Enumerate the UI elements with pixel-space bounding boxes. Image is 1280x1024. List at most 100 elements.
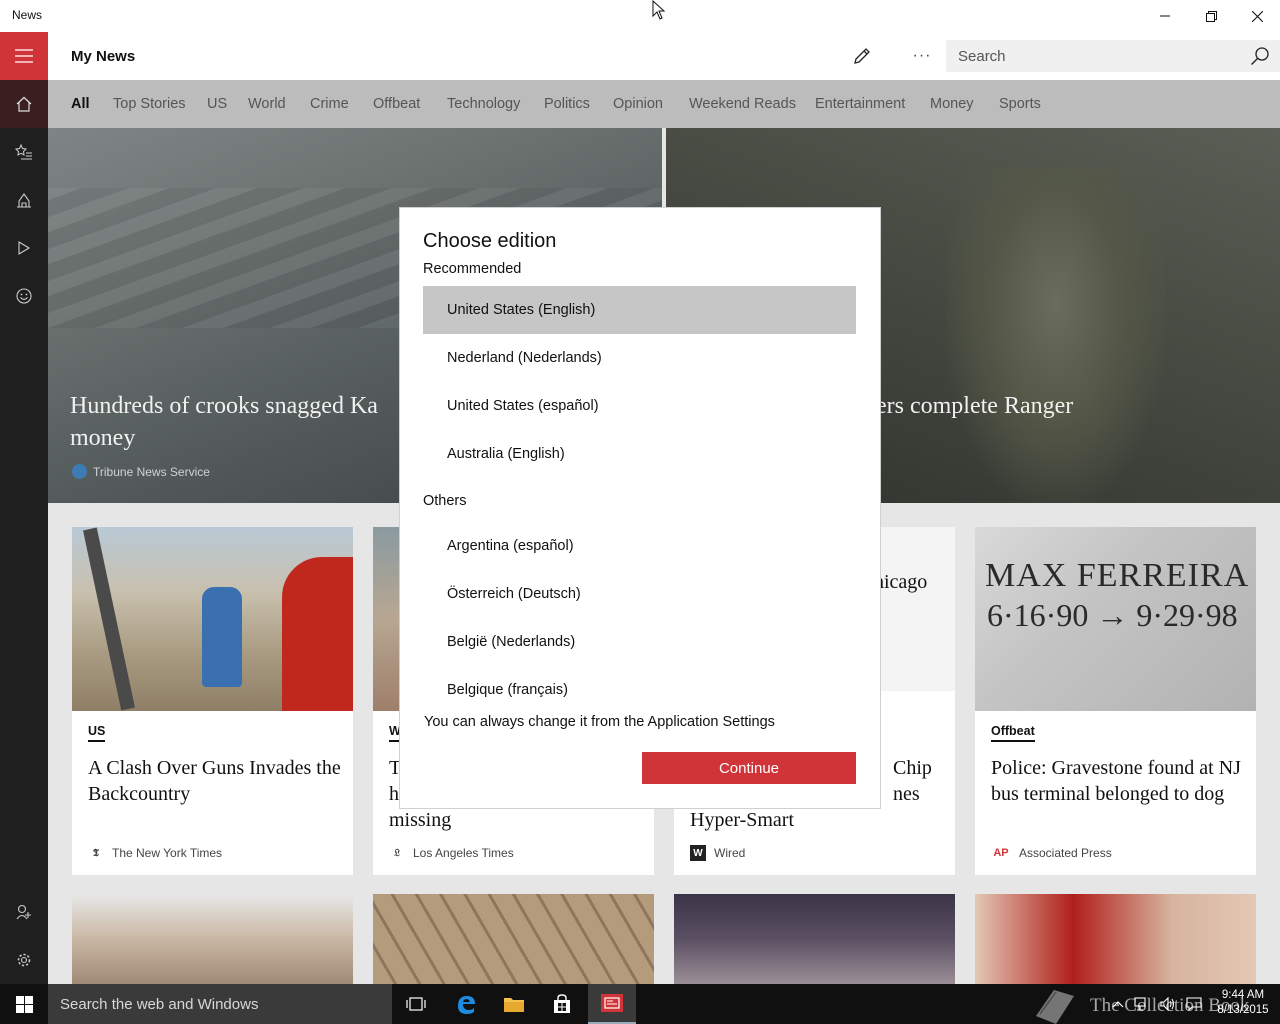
story-card[interactable]: MAX FERREIRA 6·16·90 → 9·29·98 Offbeat P… [975,527,1256,875]
edition-option-osterreich[interactable]: Österreich (Deutsch) [423,570,856,618]
tab-opinion[interactable]: Opinion [613,96,663,112]
others-heading: Others [423,493,467,509]
smiley-icon [16,288,32,304]
gravestone-name: MAX FERREIRA [985,557,1250,594]
continue-button[interactable]: Continue [642,752,856,784]
story-image-row2[interactable] [975,894,1256,984]
tab-us[interactable]: US [207,96,227,112]
story-headline: A Clash Over Guns Invades the Backcountr… [88,757,341,805]
rail-interests-button[interactable] [0,128,48,176]
edition-option-argentina[interactable]: Argentina (español) [423,522,856,570]
app-header: My News ··· [48,32,1280,80]
task-view-icon [406,997,426,1011]
search-input[interactable] [946,40,1242,72]
folder-icon [504,998,524,1012]
restore-button[interactable] [1188,0,1234,32]
app-title: News [12,8,43,22]
title-bar: News [0,0,1280,32]
add-person-icon [16,904,31,920]
rail-account-button[interactable] [0,888,48,936]
store-button[interactable] [538,984,586,1024]
chevron-up-icon[interactable] [1112,999,1124,1009]
minimize-button[interactable] [1142,0,1188,32]
rail-feedback-button[interactable] [0,272,48,320]
news-app-icon [601,994,623,1012]
story-source: 𝔏 Los Angeles Times [389,845,514,861]
book-logo-icon [1036,990,1074,1024]
search-box [946,40,1280,72]
edition-option-us-english[interactable]: United States (English) [423,286,856,334]
edition-option-australia[interactable]: Australia (English) [423,430,856,478]
edition-option-belgique[interactable]: Belgique (français) [423,666,856,714]
tab-sports[interactable]: Sports [999,96,1041,112]
system-tray [1112,984,1202,1024]
network-icon[interactable] [1134,997,1150,1011]
restore-icon [1205,10,1217,22]
edition-option-us-espanol[interactable]: United States (español) [423,382,856,430]
mouse-cursor-icon [652,0,666,20]
tab-technology[interactable]: Technology [447,96,520,112]
hamburger-icon [15,49,33,63]
search-button[interactable] [1242,40,1278,72]
close-icon [1251,10,1263,22]
la-times-logo-icon: 𝔏 [394,847,400,859]
pencil-icon [854,48,870,64]
gravestone-dates: 6·16·90 → 9·29·98 [987,597,1238,633]
start-button[interactable] [0,984,48,1024]
story-image-row2[interactable] [674,894,955,984]
story-image-row2[interactable] [72,894,353,984]
tab-world[interactable]: World [248,96,286,112]
local-buildings-icon [17,193,31,208]
tab-politics[interactable]: Politics [544,96,590,112]
tab-entertainment[interactable]: Entertainment [815,96,905,112]
news-app-button[interactable] [588,984,636,1024]
edition-option-belgie[interactable]: België (Nederlands) [423,618,856,666]
tribune-logo-icon [72,464,87,479]
search-icon [1251,47,1269,65]
tab-offbeat[interactable]: Offbeat [373,96,420,112]
store-bag-icon [554,994,570,1013]
story-image [72,527,353,711]
settings-note: You can always change it from the Applic… [424,714,775,730]
recommended-heading: Recommended [423,261,522,277]
edge-browser-button[interactable] [442,984,490,1024]
choose-edition-dialog: Choose edition Recommended United States… [400,208,880,808]
story-source: W Wired [690,845,745,861]
star-list-icon [15,144,32,160]
volume-icon[interactable] [1160,997,1176,1011]
rail-home-button[interactable] [0,80,48,128]
minimize-icon [1160,15,1170,17]
page-title: My News [71,48,136,65]
clock[interactable]: 9:44 AM 8/13/2015 [1210,988,1276,1018]
tab-weekend-reads[interactable]: Weekend Reads [689,96,796,112]
ap-logo-icon: AP [993,847,1009,859]
story-card[interactable]: US A Clash Over Guns Invades the Backcou… [72,527,353,875]
home-icon [16,96,32,112]
edge-icon [458,996,475,1014]
hero-source: Tribune News Service [72,464,210,479]
hero-headline: ers complete Ranger [876,393,1074,419]
task-view-button[interactable] [392,984,440,1024]
rail-videos-button[interactable] [0,224,48,272]
rail-settings-button[interactable] [0,936,48,984]
close-button[interactable] [1234,0,1280,32]
story-category: US [88,724,106,742]
tab-all[interactable]: All [71,96,90,112]
story-source: AP Associated Press [991,845,1111,861]
edition-option-nederland[interactable]: Nederland (Nederlands) [423,334,856,382]
tab-crime[interactable]: Crime [310,96,349,112]
edit-button[interactable] [844,40,880,72]
file-explorer-button[interactable] [490,984,538,1024]
story-image-row2[interactable] [373,894,654,984]
hamburger-menu-button[interactable] [0,32,48,80]
story-image: MAX FERREIRA 6·16·90 → 9·29·98 [975,527,1256,711]
action-center-icon[interactable] [1186,997,1202,1011]
tab-top-stories[interactable]: Top Stories [113,96,186,112]
more-options-button[interactable]: ··· [904,40,940,72]
taskbar-search[interactable]: Search the web and Windows [48,984,392,1024]
play-icon [18,241,31,255]
story-source: 𝕿 The New York Times [88,845,222,861]
nyt-logo-icon: 𝕿 [92,847,100,859]
tab-money[interactable]: Money [930,96,974,112]
rail-local-button[interactable] [0,176,48,224]
